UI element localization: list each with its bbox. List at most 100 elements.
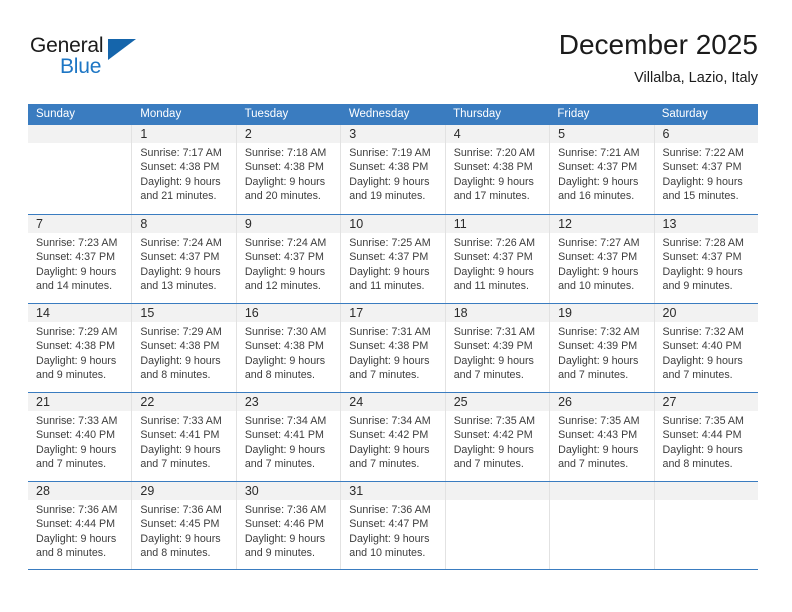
calendar-day-cell[interactable]: 21 Sunrise: 7:33 AM Sunset: 4:40 PM Dayligh… [28,393,133,481]
weekday-header-thursday: Thursday [453,108,502,120]
calendar-day-cell[interactable]: 24 Sunrise: 7:34 AM Sunset: 4:42 PM Dayligh… [341,393,446,481]
day-sun-info: Sunrise: 7:24 AM Sunset: 4:37 PM Daylight:… [132,233,235,293]
daylight-text-line1: Daylight: 9 hours [140,175,221,188]
daylight-text-line1: Daylight: 9 hours [140,532,221,545]
day-sun-info: Sunrise: 7:19 AM Sunset: 4:38 PM Daylight:… [341,143,444,203]
daylight-text-line2: and 7 minutes. [36,457,107,470]
day-number-band: 19 [550,304,654,322]
day-number-band: 4 [445,125,550,143]
calendar-day-cell[interactable]: 12 Sunrise: 7:27 AM Sunset: 4:37 PM Dayligh… [550,215,655,303]
calendar-day-cell[interactable]: 20 Sunrise: 7:32 AM Sunset: 4:40 PM Dayligh… [654,304,758,392]
sunset-text: Sunset: 4:44 PM [36,518,116,531]
sunset-text: Sunset: 4:38 PM [453,161,533,174]
calendar-week-row: 1 Sunrise: 7:17 AM Sunset: 4:38 PM Daylight… [28,125,758,214]
calendar-day-cell[interactable]: 2 Sunrise: 7:18 AM Sunset: 4:38 PM Daylight… [236,125,342,214]
sunset-text: Sunset: 4:40 PM [662,340,742,353]
calendar-day-cell[interactable]: 11 Sunrise: 7:26 AM Sunset: 4:37 PM Dayligh… [445,215,551,303]
calendar-day-cell[interactable]: 31 Sunrise: 7:36 AM Sunset: 4:47 PM Dayligh… [341,482,446,569]
day-sun-info: Sunrise: 7:25 AM Sunset: 4:37 PM Daylight:… [341,233,444,293]
calendar-day-cell[interactable]: 18 Sunrise: 7:31 AM Sunset: 4:39 PM Dayligh… [445,304,551,392]
day-number: 4 [453,127,461,141]
day-number-band: 13 [654,215,758,233]
daylight-text-line1: Daylight: 9 hours [349,175,430,188]
calendar-day-cell[interactable]: 8 Sunrise: 7:24 AM Sunset: 4:37 PM Daylight… [132,215,237,303]
title-block: December 2025 Villalba, Lazio, Italy [559,28,758,88]
calendar-day-cell[interactable]: 14 Sunrise: 7:29 AM Sunset: 4:38 PM Dayligh… [28,304,133,392]
calendar-day-cell[interactable]: 1 Sunrise: 7:17 AM Sunset: 4:38 PM Daylight… [132,125,237,214]
calendar-day-cell[interactable]: 27 Sunrise: 7:35 AM Sunset: 4:44 PM Dayligh… [654,393,758,481]
daylight-text-line1: Daylight: 9 hours [244,265,326,278]
daylight-text-line2: and 9 minutes. [662,279,733,292]
calendar-day-cell[interactable]: 13 Sunrise: 7:28 AM Sunset: 4:37 PM Dayligh… [654,215,758,303]
daylight-text-line1: Daylight: 9 hours [349,443,430,456]
sunrise-text: Sunrise: 7:22 AM [662,147,744,159]
sunset-text: Sunset: 4:38 PM [140,161,220,174]
day-number: 1 [140,127,148,141]
sunrise-text: Sunrise: 7:36 AM [349,504,431,516]
sunrise-text: Sunrise: 7:17 AM [140,147,222,159]
calendar-day-cell[interactable]: 4 Sunrise: 7:20 AM Sunset: 4:38 PM Daylight… [445,125,551,214]
sunset-text: Sunset: 4:44 PM [662,429,742,442]
daylight-text-line2: and 10 minutes. [349,546,426,559]
sunset-text: Sunset: 4:41 PM [140,429,220,442]
calendar-day-cell[interactable]: 16 Sunrise: 7:30 AM Sunset: 4:38 PM Dayligh… [236,304,342,392]
calendar-day-cell[interactable]: 29 Sunrise: 7:36 AM Sunset: 4:45 PM Dayligh… [132,482,237,569]
day-number: 25 [453,395,468,409]
day-number-band: 3 [341,125,445,143]
daylight-text-line1: Daylight: 9 hours [140,354,221,367]
sunset-text: Sunset: 4:37 PM [140,251,220,264]
calendar-day-cell[interactable]: 23 Sunrise: 7:34 AM Sunset: 4:41 PM Dayligh… [236,393,342,481]
calendar-day-cell[interactable]: 3 Sunrise: 7:19 AM Sunset: 4:38 PM Daylight… [341,125,446,214]
calendar-day-cell[interactable]: 6 Sunrise: 7:22 AM Sunset: 4:37 PM Daylight… [654,125,758,214]
calendar-day-cell[interactable]: 22 Sunrise: 7:33 AM Sunset: 4:41 PM Dayligh… [132,393,237,481]
day-number: 6 [662,127,670,141]
daylight-text-line1: Daylight: 9 hours [349,354,430,367]
logo-triangle-icon [108,39,136,60]
page-title: December 2025 [558,29,758,60]
calendar-day-cell[interactable]: 5 Sunrise: 7:21 AM Sunset: 4:37 PM Daylight… [550,125,655,214]
calendar-day-cell[interactable]: 15 Sunrise: 7:29 AM Sunset: 4:38 PM Dayligh… [132,304,237,392]
calendar-day-cell[interactable]: 19 Sunrise: 7:32 AM Sunset: 4:39 PM Dayligh… [550,304,655,392]
day-sun-info: Sunrise: 7:31 AM Sunset: 4:38 PM Daylight:… [341,322,444,382]
day-number: 8 [140,217,148,231]
calendar-day-cell[interactable]: 30 Sunrise: 7:36 AM Sunset: 4:46 PM Dayligh… [236,482,342,569]
calendar-day-cell[interactable]: 10 Sunrise: 7:25 AM Sunset: 4:37 PM Dayligh… [341,215,446,303]
sunset-text: Sunset: 4:45 PM [140,518,220,531]
day-sun-info: Sunrise: 7:31 AM Sunset: 4:39 PM Daylight:… [446,322,549,382]
daylight-text-line1: Daylight: 9 hours [453,443,534,456]
sunrise-text: Sunrise: 7:26 AM [453,237,536,249]
calendar-day-cell[interactable]: 17 Sunrise: 7:31 AM Sunset: 4:38 PM Dayligh… [341,304,446,392]
weekday-header-tuesday: Tuesday [244,108,289,120]
day-number-band: 28 [28,482,132,500]
daylight-text-line1: Daylight: 9 hours [558,354,639,367]
sunset-text: Sunset: 4:38 PM [36,340,116,353]
day-number-band: 25 [445,393,550,411]
daylight-text-line2: and 15 minutes. [662,189,739,202]
day-number: 23 [244,395,259,409]
day-sun-info: Sunrise: 7:32 AM Sunset: 4:39 PM Daylight:… [550,322,653,382]
daylight-text-line1: Daylight: 9 hours [453,354,534,367]
day-number: 29 [140,484,155,498]
day-number: 30 [244,484,259,498]
calendar-day-cell[interactable]: 26 Sunrise: 7:35 AM Sunset: 4:43 PM Dayligh… [550,393,655,481]
day-number: 3 [349,127,357,141]
day-number: 18 [453,306,468,320]
day-number: 5 [558,127,566,141]
sunset-text: Sunset: 4:37 PM [349,251,429,264]
daylight-text-line1: Daylight: 9 hours [140,265,221,278]
calendar-day-cell[interactable]: 9 Sunrise: 7:24 AM Sunset: 4:37 PM Daylight… [236,215,342,303]
day-number-band: 2 [236,125,341,143]
daylight-text-line1: Daylight: 9 hours [349,532,430,545]
daylight-text-line1: Daylight: 9 hours [244,443,326,456]
sunrise-text: Sunrise: 7:29 AM [36,326,118,338]
sunset-text: Sunset: 4:38 PM [140,340,220,353]
daylight-text-line2: and 9 minutes. [36,368,107,381]
day-number-band: 12 [550,215,654,233]
day-number-band [445,482,550,500]
calendar-day-cell[interactable]: 7 Sunrise: 7:23 AM Sunset: 4:37 PM Daylight… [28,215,133,303]
day-sun-info: Sunrise: 7:36 AM Sunset: 4:47 PM Daylight:… [341,500,444,560]
calendar-day-cell[interactable]: 25 Sunrise: 7:35 AM Sunset: 4:42 PM Dayligh… [445,393,551,481]
calendar-day-cell[interactable]: 28 Sunrise: 7:36 AM Sunset: 4:44 PM Dayligh… [28,482,133,569]
daylight-text-line1: Daylight: 9 hours [140,443,221,456]
sunrise-text: Sunrise: 7:36 AM [140,504,222,516]
